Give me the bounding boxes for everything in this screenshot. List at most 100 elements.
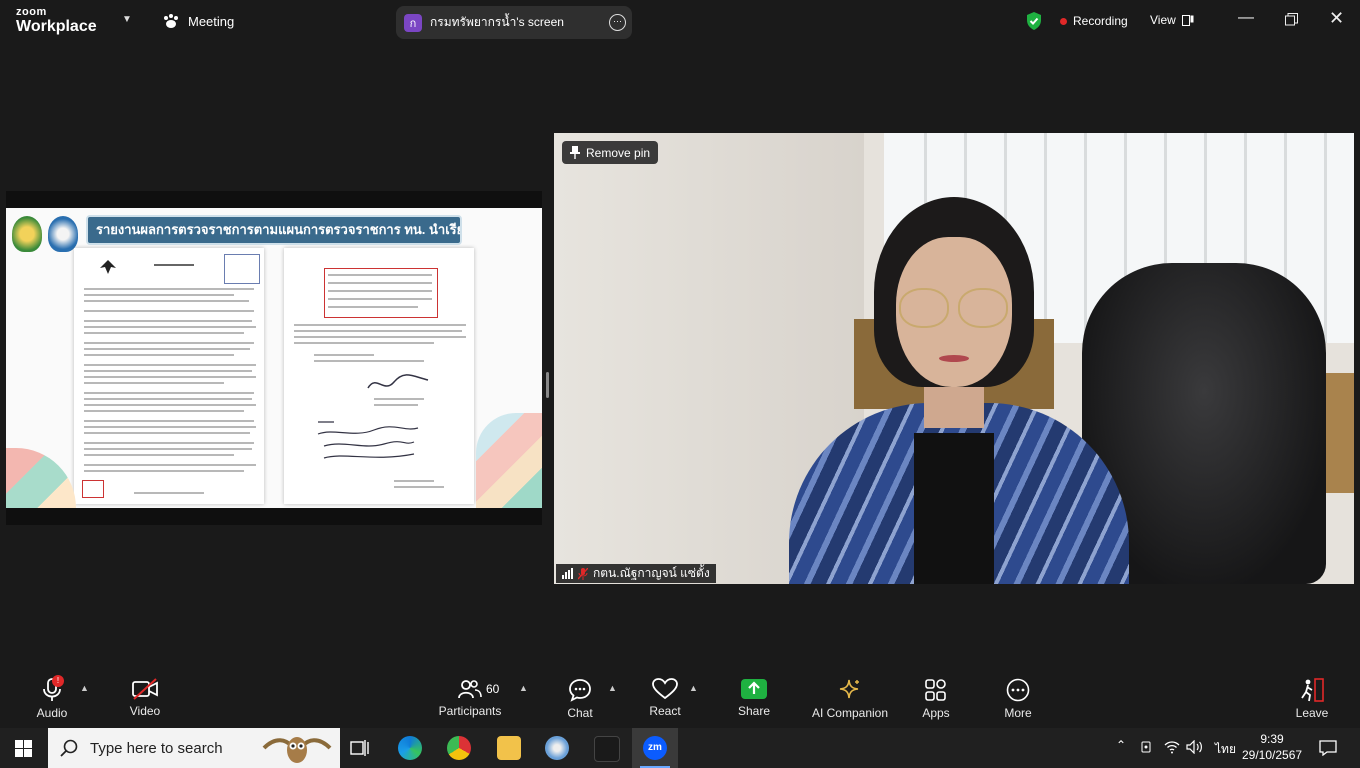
document-page-right xyxy=(284,248,474,504)
paint-app-icon[interactable] xyxy=(545,736,569,760)
brand-bottom: Workplace xyxy=(16,18,97,35)
split-view-handle[interactable] xyxy=(546,372,549,398)
participants-options-caret-icon[interactable]: ▲ xyxy=(519,683,528,693)
paw-icon xyxy=(164,14,178,28)
tray-expand-icon[interactable]: ⌃ xyxy=(1116,738,1126,752)
video-button[interactable]: Video xyxy=(124,669,166,728)
slide: รายงานผลการตรวจราชการตามแผนการตรวจราชการ… xyxy=(6,208,542,508)
handwriting-mark xyxy=(317,421,419,459)
slide-banner: รายงานผลการตรวจราชการตามแผนการตรวจราชการ… xyxy=(86,215,462,245)
slide-decoration xyxy=(476,413,542,508)
participants-count: 60 xyxy=(486,682,500,696)
minimize-icon[interactable]: — xyxy=(1238,9,1254,27)
react-label: React xyxy=(649,704,681,718)
chat-options-caret-icon[interactable]: ▲ xyxy=(608,683,617,693)
zoom-logo[interactable]: zoom Workplace xyxy=(16,7,97,35)
chat-label: Chat xyxy=(567,706,593,720)
task-view-icon[interactable] xyxy=(350,739,370,757)
share-screen-icon xyxy=(741,679,767,699)
pinned-video-tile[interactable]: Remove pin กตน.ณัฐกาญจน์ แซ่ตั้ง xyxy=(554,133,1354,584)
view-button[interactable]: View xyxy=(1150,13,1194,27)
ministry-emblem-icon xyxy=(12,216,42,252)
more-button[interactable]: More xyxy=(998,669,1038,728)
ai-companion-label: AI Companion xyxy=(811,706,889,720)
leave-icon xyxy=(1301,678,1324,702)
chat-bubble-icon xyxy=(569,679,591,702)
clock-time: 9:39 xyxy=(1260,732,1284,746)
share-screen-title: กรมทรัพยากรน้ำ's screen xyxy=(430,15,564,29)
security-shield-icon[interactable] xyxy=(1025,11,1043,31)
edge-browser-icon[interactable] xyxy=(398,736,422,760)
leave-button[interactable]: Leave xyxy=(1292,669,1332,728)
chevron-down-icon[interactable]: ▼ xyxy=(122,14,132,25)
restore-icon[interactable] xyxy=(1285,13,1298,26)
sparkle-icon xyxy=(839,679,859,699)
shared-screen-area[interactable]: รายงานผลการตรวจราชการตามแผนการตรวจราชการ… xyxy=(6,191,542,525)
audio-options-caret-icon[interactable]: ▲ xyxy=(80,683,89,693)
audio-label: Audio xyxy=(36,706,68,720)
clock-date: 29/10/2567 xyxy=(1242,748,1303,762)
title-bar: zoom Workplace ▼ Meeting ก กรมทรัพยากรน้… xyxy=(0,0,1360,44)
remove-pin-label: Remove pin xyxy=(586,145,651,160)
file-explorer-icon[interactable] xyxy=(497,736,521,760)
participants-button[interactable]: Participants xyxy=(438,669,502,728)
view-label: View xyxy=(1150,13,1176,27)
share-label: Share xyxy=(737,704,771,718)
input-language[interactable]: ไทย xyxy=(1215,740,1236,759)
meeting-info-button[interactable]: Meeting xyxy=(162,13,234,29)
search-placeholder: Type here to search xyxy=(90,739,223,757)
participant-name-tag: กตน.ณัฐกาญจน์ แซ่ตั้ง xyxy=(556,564,716,583)
sharer-avatar: ก xyxy=(404,13,422,32)
recording-indicator[interactable]: Recording xyxy=(1060,14,1128,28)
apps-label: Apps xyxy=(922,706,950,720)
chrome-browser-icon[interactable] xyxy=(447,736,471,760)
taskbar-clock[interactable]: 9:39 29/10/2567 xyxy=(1242,731,1302,763)
search-icon xyxy=(60,739,78,757)
slide-decoration xyxy=(6,448,76,508)
garuda-emblem-icon xyxy=(100,260,116,274)
participants-label: Participants xyxy=(438,704,502,718)
notification-icon[interactable] xyxy=(1319,740,1337,756)
close-icon[interactable]: ✕ xyxy=(1329,8,1344,29)
brand-top: zoom xyxy=(16,6,47,18)
apps-button[interactable]: Apps xyxy=(916,669,956,728)
share-screen-pill[interactable]: ก กรมทรัพยากรน้ำ's screen ··· xyxy=(396,6,632,39)
mic-muted-icon xyxy=(578,567,588,580)
video-off-icon xyxy=(132,678,158,700)
more-icon xyxy=(1006,678,1030,702)
react-button[interactable]: React xyxy=(646,669,684,728)
meet-now-icon[interactable] xyxy=(1140,740,1154,754)
participant-figure xyxy=(899,288,949,328)
apps-icon xyxy=(925,679,946,701)
webex-app-icon[interactable] xyxy=(594,736,620,762)
windows-start-icon[interactable] xyxy=(15,740,32,757)
record-dot-icon xyxy=(1060,17,1067,25)
zoom-taskbar-active[interactable]: zm xyxy=(632,728,678,768)
meeting-label: Meeting xyxy=(188,13,235,29)
react-options-caret-icon[interactable]: ▲ xyxy=(689,683,698,693)
owl-illustration-icon xyxy=(262,737,332,763)
signature-mark xyxy=(367,374,429,389)
participant-figure xyxy=(914,433,994,584)
wifi-icon[interactable] xyxy=(1164,740,1180,754)
taskbar-search-box[interactable]: Type here to search xyxy=(48,728,340,768)
windows-taskbar: Type here to search zm ⌃ ไทย 9:39 29/10/… xyxy=(0,728,1360,768)
participant-figure xyxy=(958,288,1008,328)
more-options-icon[interactable]: ··· xyxy=(609,14,626,31)
document-page-left xyxy=(74,248,264,504)
department-emblem-icon xyxy=(48,216,78,252)
participants-icon xyxy=(458,680,482,699)
chat-button[interactable]: Chat xyxy=(562,669,598,728)
pin-icon xyxy=(570,146,580,159)
recording-label: Recording xyxy=(1073,14,1128,28)
signal-strength-icon xyxy=(562,568,573,579)
heart-icon xyxy=(652,678,678,700)
more-label: More xyxy=(1004,706,1032,720)
volume-icon[interactable] xyxy=(1186,740,1204,754)
meeting-toolbar: Audio ! ▲ Video Participants 60 ▲ Chat ▲… xyxy=(0,669,1360,728)
share-button[interactable]: Share xyxy=(734,669,774,728)
remove-pin-button[interactable]: Remove pin xyxy=(562,141,659,164)
zoom-app-icon: zm xyxy=(643,736,667,760)
ai-companion-button[interactable]: AI Companion xyxy=(808,669,892,728)
participant-figure xyxy=(939,355,969,362)
